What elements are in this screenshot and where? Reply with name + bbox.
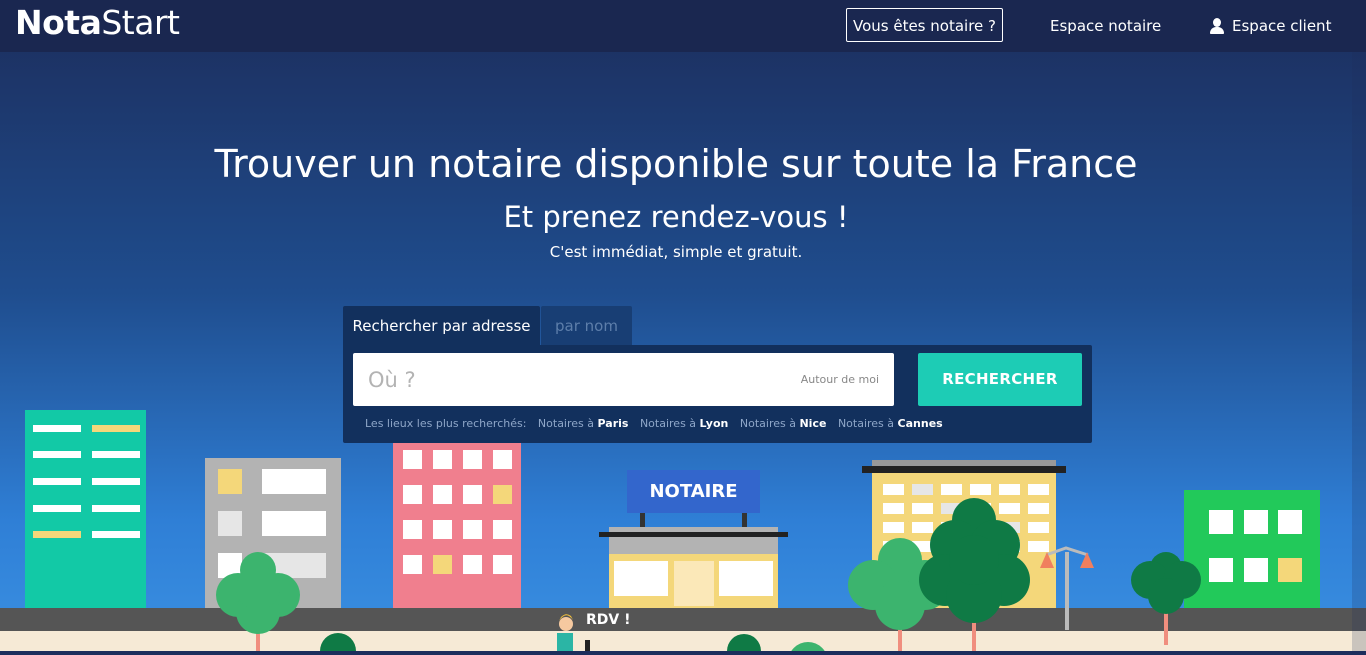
building-yellow [872,470,1056,610]
popular-link-paris[interactable]: Notaires à Paris [538,417,629,430]
popular-link-lyon[interactable]: Notaires à Lyon [640,417,728,430]
near-me-link[interactable]: Autour de moi [801,373,879,387]
client-space-label: Espace client [1232,17,1332,35]
building-pink [393,438,521,610]
notary-space-link[interactable]: Espace notaire [1050,16,1161,36]
logo-light: Start [101,3,180,42]
location-input[interactable] [353,353,783,406]
notary-signup-button[interactable]: Vous êtes notaire ? [846,8,1003,42]
hero-tagline: C'est immédiat, simple et gratuit. [549,243,803,261]
scrollbar[interactable] [1352,52,1366,651]
building-teal [25,410,146,610]
popular-link-nice[interactable]: Notaires à Nice [740,417,827,430]
tab-search-by-address[interactable]: Rechercher par adresse [343,306,540,346]
tab-search-by-name[interactable]: par nom [541,306,632,346]
client-space-link[interactable]: Espace client [1210,16,1331,36]
popular-link-cannes[interactable]: Notaires à Cannes [838,417,943,430]
tree-4 [1131,552,1201,614]
rdv-speech-label: RDV ! [586,612,631,628]
top-navigation-bar: NotaStart Vous êtes notaire ? Espace not… [0,0,1366,52]
building-green [1184,490,1320,610]
hero-subtitle: Et prenez rendez-vous ! [503,200,849,234]
building-grey [205,458,341,610]
tree-1 [216,552,300,634]
logo-bold: Nota [15,3,102,42]
tree-3 [919,498,1030,623]
search-button[interactable]: RECHERCHER [918,353,1082,406]
popular-places: Les lieux les plus recherchés: Notaires … [365,417,951,431]
tree-2 [848,538,950,630]
search-panel: Autour de moi RECHERCHER Les lieux les p… [343,345,1092,443]
notaire-sign-label: NOTAIRE [649,481,738,502]
search-field-wrapper: Autour de moi [353,353,894,406]
user-icon [1210,17,1224,35]
hero-title: Trouver un notaire disponible sur toute … [214,142,1138,186]
city-illustration [0,0,1366,655]
popular-places-label: Les lieux les plus recherchés: [365,417,527,430]
logo[interactable]: NotaStart [15,3,180,42]
